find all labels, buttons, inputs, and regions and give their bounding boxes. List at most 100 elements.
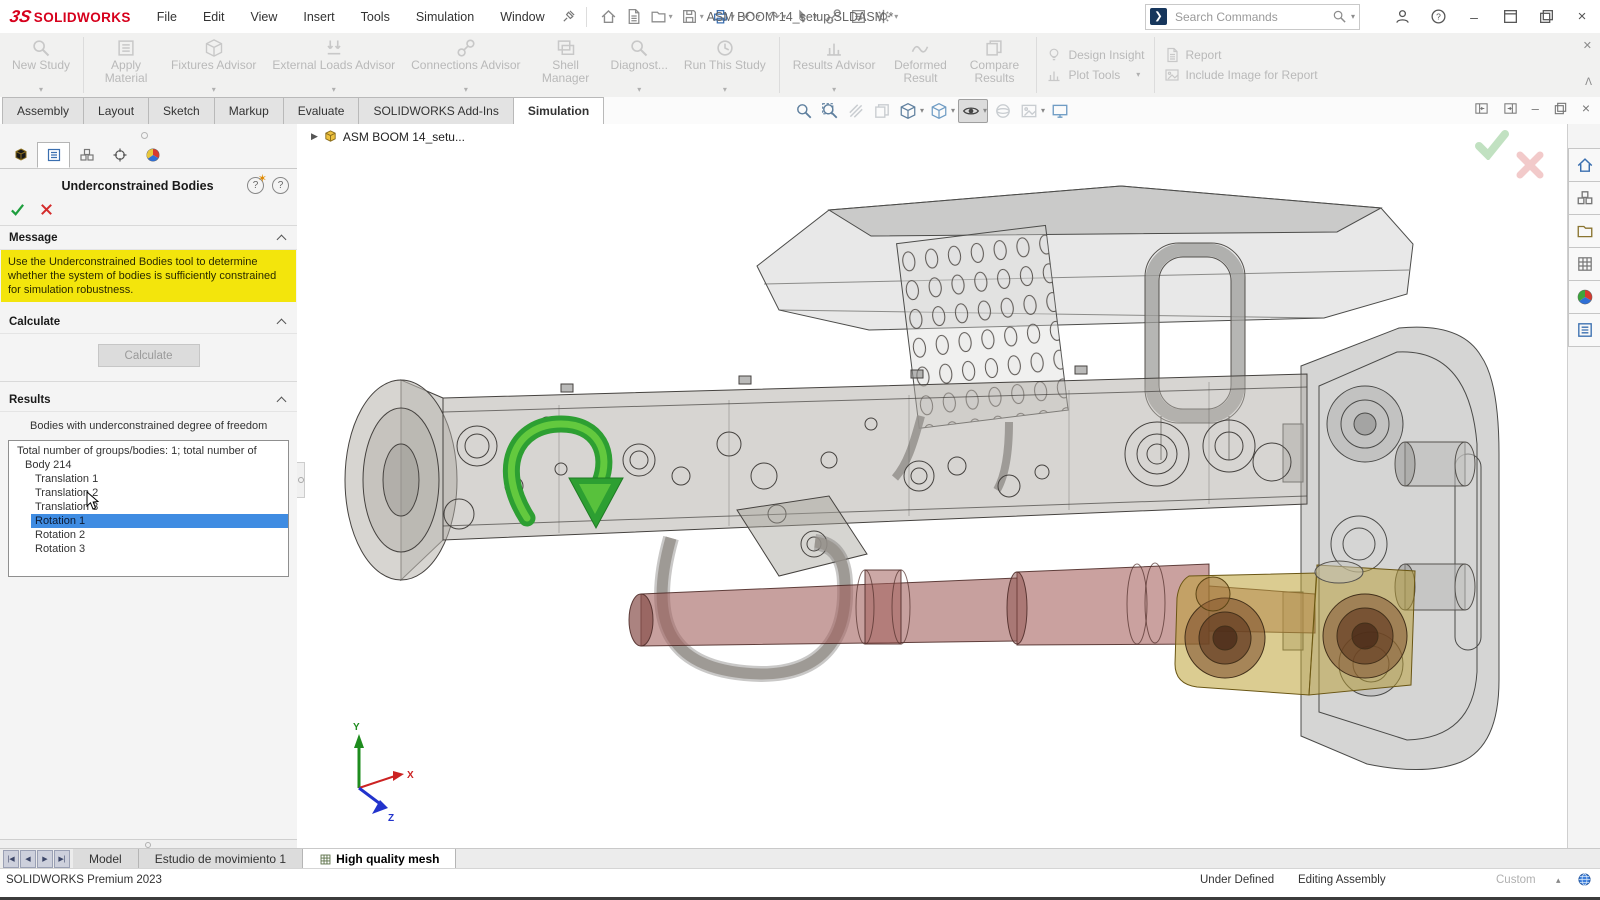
ribbon-row-button[interactable]: Plot Tools ▾ (1046, 67, 1144, 83)
attach-button[interactable] (822, 6, 845, 27)
section-view-icon[interactable] (844, 100, 867, 122)
ribbon-row-button[interactable]: Design Insight ▾ (1046, 47, 1144, 63)
menu-item[interactable]: Tools (361, 10, 390, 24)
command-tab[interactable]: Assembly (2, 97, 84, 124)
command-tab[interactable]: Simulation (513, 97, 604, 124)
help-icon[interactable]: ? (1428, 7, 1448, 27)
menu-item[interactable]: Simulation (416, 10, 474, 24)
new-document-button[interactable] (622, 6, 645, 27)
pm-help-icon[interactable]: ? (272, 177, 289, 194)
home-button[interactable] (597, 6, 620, 27)
command-tab[interactable]: Evaluate (283, 97, 360, 124)
taskpane-toolbox-tab[interactable] (1568, 248, 1600, 281)
model-tab[interactable]: High quality mesh (303, 849, 456, 869)
tab-scroll-last-button[interactable]: ▶| (54, 850, 70, 868)
print-button[interactable]: ▾ (709, 6, 738, 27)
tab-scroll-first-button[interactable]: |◀ (3, 850, 19, 868)
ribbon-row-button[interactable]: Include Image for Report ▾ (1164, 67, 1318, 83)
results-section-header[interactable]: Results (0, 388, 297, 412)
doc-close-icon[interactable]: × (1582, 100, 1590, 116)
maximize-button[interactable] (1500, 7, 1520, 27)
scene-control[interactable]: ▾ (1017, 100, 1045, 122)
menu-item[interactable]: Insert (303, 10, 334, 24)
redo-button[interactable]: ↷▾ (765, 6, 789, 27)
featuremanager-design-tree-tab[interactable] (4, 142, 37, 168)
search-options-caret[interactable]: ▾ (1351, 13, 1355, 21)
dof-list-item[interactable]: Rotation 1 (9, 514, 288, 528)
hide-show-items-control[interactable]: ▾ (958, 99, 988, 123)
pm-ok-button[interactable] (10, 202, 25, 217)
doc-minimize-icon[interactable]: – (1532, 101, 1539, 116)
search-commands-box[interactable]: ❯ ▾ (1145, 4, 1360, 30)
command-tab[interactable]: Sketch (148, 97, 215, 124)
file-properties-button[interactable] (847, 6, 870, 27)
display-settings-icon[interactable] (1048, 100, 1071, 122)
open-button[interactable]: ▾ (647, 6, 676, 27)
calculate-section-header[interactable]: Calculate (0, 310, 297, 334)
ribbon-button[interactable]: Compare Results ▾ (957, 35, 1031, 95)
dof-list-item[interactable]: Rotation 3 (9, 542, 288, 556)
confirm-cancel-ghost-icon[interactable] (1515, 150, 1545, 180)
collapse-right-pane-icon[interactable] (1503, 101, 1518, 116)
command-tab[interactable]: Layout (83, 97, 149, 124)
displaymanager-tab[interactable] (136, 142, 169, 168)
pin-menu-icon[interactable] (561, 9, 576, 24)
user-account-icon[interactable] (1392, 7, 1412, 27)
taskpane-file-explorer-tab[interactable] (1568, 215, 1600, 248)
menu-item[interactable]: View (251, 10, 278, 24)
ribbon-row-button[interactable]: Report ▾ (1164, 47, 1318, 63)
dof-results-list[interactable]: Total number of groups/bodies: 1; total … (8, 440, 289, 577)
zoom-to-fit-icon[interactable] (792, 100, 815, 122)
dof-list-item[interactable]: Body 214 (9, 458, 288, 472)
ribbon-button[interactable]: Apply Material ▾ (89, 35, 163, 95)
confirm-ok-ghost-icon[interactable] (1475, 130, 1509, 160)
close-button[interactable]: × (1572, 7, 1592, 27)
graphics-viewport[interactable]: ▶ ASM BOOM 14_setu... (297, 124, 1567, 848)
view-orientation-control[interactable]: ▾ (896, 100, 924, 122)
dof-list-item[interactable]: Total number of groups/bodies: 1; total … (9, 444, 288, 458)
message-section-header[interactable]: Message (0, 226, 297, 250)
3d-model[interactable]: Y X Z (309, 124, 1544, 848)
ribbon-button[interactable]: Diagnost... ▾ (603, 35, 676, 95)
panel-bottom-splitter[interactable] (0, 839, 297, 848)
dof-list-item[interactable]: Translation 2 (9, 486, 288, 500)
configuration-manager-tab[interactable] (70, 142, 103, 168)
display-style-control[interactable]: ▾ (927, 100, 955, 122)
pm-cancel-button[interactable] (39, 202, 54, 217)
ribbon-close-icon[interactable]: ✕ (1583, 39, 1592, 52)
dof-list-item[interactable]: Rotation 2 (9, 528, 288, 542)
propertymanager-tab[interactable] (37, 142, 70, 168)
tab-scroll-prev-button[interactable]: ◀ (20, 850, 36, 868)
ribbon-button[interactable]: External Loads Advisor ▾ (264, 35, 403, 95)
model-tab[interactable]: Estudio de movimiento 1 (139, 849, 303, 869)
dof-list-item[interactable]: Translation 3 (9, 500, 288, 514)
tab-scroll-next-button[interactable]: ▶ (37, 850, 53, 868)
panel-top-splitter[interactable] (0, 124, 297, 142)
taskpane-appearances-tab[interactable] (1568, 281, 1600, 314)
config-caret-icon[interactable]: ▴ (1556, 875, 1561, 886)
ribbon-button[interactable]: Deformed Result ▾ (883, 35, 957, 95)
menu-item[interactable]: File (157, 10, 177, 24)
command-tab[interactable]: SOLIDWORKS Add-Ins (358, 97, 513, 124)
ribbon-button[interactable]: Results Advisor ▾ (785, 35, 884, 95)
ribbon-button[interactable]: Connections Advisor ▾ (403, 35, 528, 95)
ribbon-collapse-icon[interactable]: ᐱ (1585, 77, 1592, 88)
zoom-to-area-icon[interactable] (818, 100, 841, 122)
model-clevis-yellow[interactable] (1175, 561, 1415, 695)
appearances-icon[interactable] (991, 100, 1014, 122)
minimize-button[interactable]: – (1464, 7, 1484, 27)
collapse-left-pane-icon[interactable] (1474, 101, 1489, 116)
restore-button[interactable] (1536, 7, 1556, 27)
taskpane-design-library-tab[interactable] (1568, 182, 1600, 215)
ribbon-button[interactable]: New Study ▾ (4, 35, 78, 95)
search-icon[interactable] (1332, 9, 1347, 24)
save-button[interactable]: ▾ (678, 6, 707, 27)
panel-splitter-handle[interactable] (297, 462, 305, 498)
dof-list-item[interactable]: Translation 1 (9, 472, 288, 486)
taskpane-custom-properties-tab[interactable] (1568, 314, 1600, 347)
taskpane-home-tab[interactable] (1568, 148, 1600, 182)
model-tab[interactable]: Model (73, 849, 139, 869)
command-tab[interactable]: Markup (214, 97, 284, 124)
ribbon-button[interactable]: Run This Study ▾ (676, 35, 774, 95)
calculate-button[interactable]: Calculate (98, 344, 200, 367)
